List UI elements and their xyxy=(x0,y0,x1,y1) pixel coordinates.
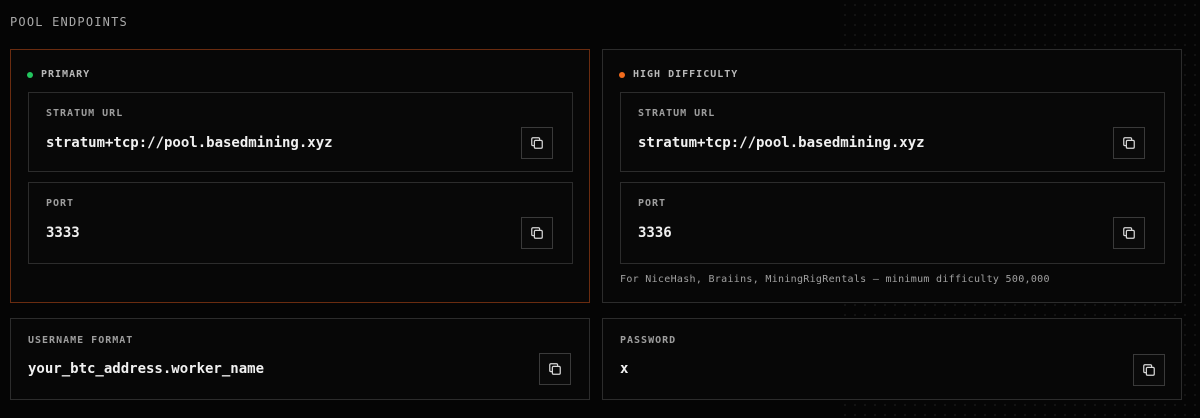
stratum-url-label: STRATUM URL xyxy=(46,108,124,119)
copy-icon xyxy=(531,137,543,149)
section-title: POOL ENDPOINTS xyxy=(10,15,128,29)
primary-title: PRIMARY xyxy=(41,69,91,80)
stratum-url-label: STRATUM URL xyxy=(638,108,716,119)
copy-icon xyxy=(531,227,543,239)
copy-port-button[interactable] xyxy=(1113,217,1145,249)
password-value: x xyxy=(620,361,629,377)
primary-port-field: PORT 3333 xyxy=(28,182,573,264)
primary-header: PRIMARY xyxy=(27,69,90,80)
copy-port-button[interactable] xyxy=(521,217,553,249)
copy-username-button[interactable] xyxy=(539,353,571,385)
status-dot-icon xyxy=(619,71,625,78)
high-difficulty-header: HIGH DIFFICULTY xyxy=(619,69,738,80)
copy-icon xyxy=(1123,227,1135,239)
status-dot-icon xyxy=(27,71,33,78)
high-difficulty-port-field: PORT 3336 xyxy=(620,182,1165,264)
password-card: PASSWORD x xyxy=(602,318,1182,400)
copy-icon xyxy=(549,363,561,375)
username-format-label: USERNAME FORMAT xyxy=(28,335,134,346)
high-difficulty-title: HIGH DIFFICULTY xyxy=(633,69,739,80)
copy-stratum-url-button[interactable] xyxy=(521,127,553,159)
copy-icon xyxy=(1123,137,1135,149)
username-format-card: USERNAME FORMAT your_btc_address.worker_… xyxy=(10,318,590,400)
copy-stratum-url-button[interactable] xyxy=(1113,127,1145,159)
stratum-url-value: stratum+tcp://pool.basedmining.xyz xyxy=(46,135,333,151)
primary-endpoint-card: PRIMARY STRATUM URL stratum+tcp://pool.b… xyxy=(10,49,590,303)
high-difficulty-endpoint-card: HIGH DIFFICULTY STRATUM URL stratum+tcp:… xyxy=(602,49,1182,303)
high-difficulty-stratum-url-field: STRATUM URL stratum+tcp://pool.basedmini… xyxy=(620,92,1165,172)
port-value: 3333 xyxy=(46,225,80,241)
stratum-url-value: stratum+tcp://pool.basedmining.xyz xyxy=(638,135,925,151)
username-format-value: your_btc_address.worker_name xyxy=(28,361,265,377)
port-label: PORT xyxy=(46,198,75,209)
port-value: 3336 xyxy=(638,225,672,241)
high-difficulty-note: For NiceHash, Braiins, MiningRigRentals … xyxy=(620,274,1050,285)
password-label: PASSWORD xyxy=(620,335,677,346)
port-label: PORT xyxy=(638,198,667,209)
primary-stratum-url-field: STRATUM URL stratum+tcp://pool.basedmini… xyxy=(28,92,573,172)
copy-icon xyxy=(1143,364,1155,376)
copy-password-button[interactable] xyxy=(1133,354,1165,386)
